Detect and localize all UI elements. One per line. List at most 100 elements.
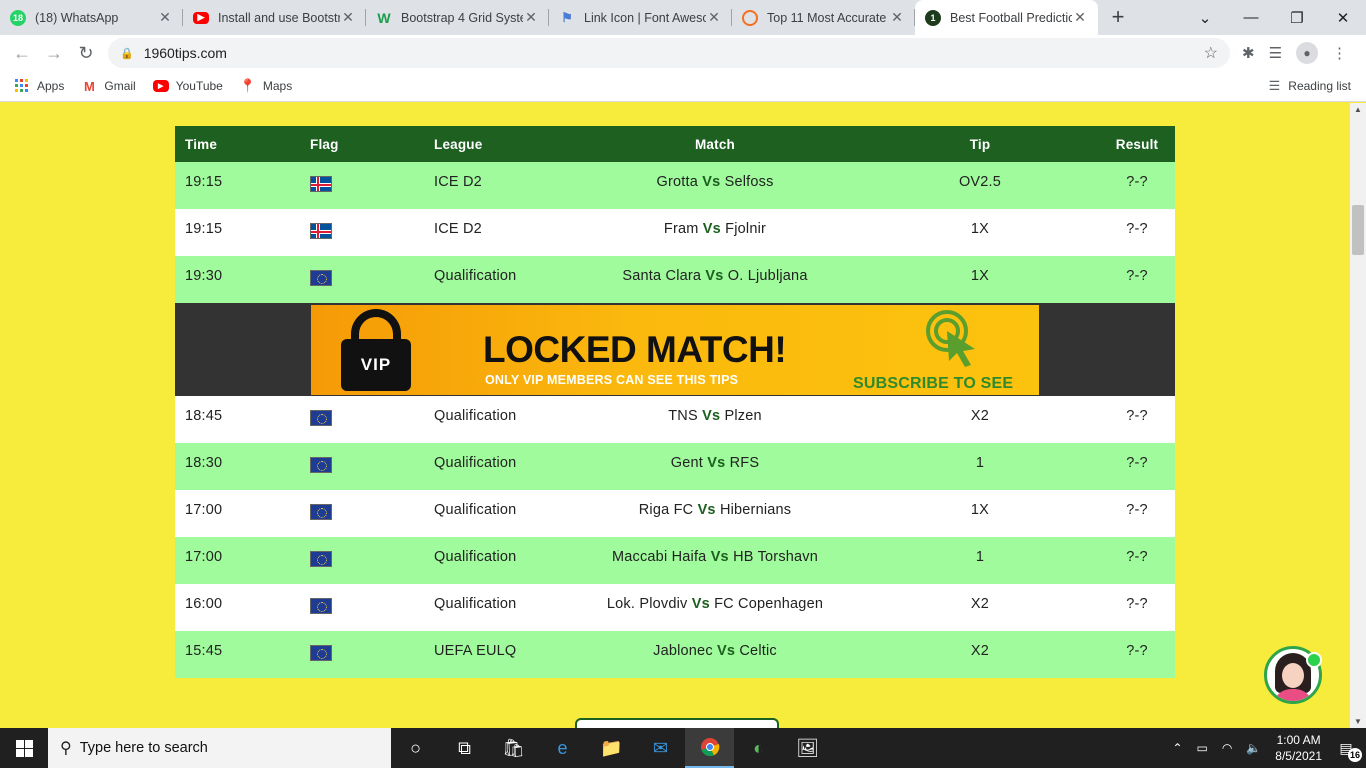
tip-value: 1 bbox=[845, 443, 1115, 490]
close-icon[interactable]: ✕ bbox=[523, 9, 539, 26]
tab-font-awesome[interactable]: ⚑ Link Icon | Font Aweso ✕ bbox=[549, 0, 732, 35]
vs-label: Vs bbox=[691, 596, 710, 612]
forward-icon[interactable]: → bbox=[38, 43, 70, 64]
restore-icon[interactable]: ❐ bbox=[1274, 9, 1320, 27]
tab-top-11[interactable]: Top 11 Most Accurate ✕ bbox=[732, 0, 915, 35]
tab-bootstrap-video[interactable]: ▶ Install and use Bootstr ✕ bbox=[183, 0, 366, 35]
match-name: Jablonec Vs Celtic bbox=[585, 631, 845, 678]
reading-list-icon: ☰ bbox=[1268, 78, 1281, 93]
header-league: League bbox=[425, 126, 585, 162]
clock-time: 1:00 AM bbox=[1276, 733, 1321, 747]
cortana-icon[interactable]: ○ bbox=[391, 728, 440, 768]
reload-icon[interactable]: ↻ bbox=[70, 43, 102, 64]
notification-center-icon[interactable]: ▤ 16 bbox=[1336, 738, 1362, 762]
system-clock[interactable]: 1:00 AM 8/5/2021 bbox=[1275, 732, 1322, 764]
table-row: 16:00 Qualification Lok. Plovdiv Vs FC C… bbox=[175, 584, 1175, 631]
close-icon[interactable]: ✕ bbox=[706, 9, 722, 26]
home-team: Santa Clara bbox=[622, 268, 702, 284]
close-icon[interactable]: ✕ bbox=[340, 9, 356, 26]
page-scrollbar[interactable]: ▲ ▼ bbox=[1350, 103, 1366, 728]
flag-icon: ⚑ bbox=[561, 9, 573, 25]
away-team: Plzen bbox=[724, 408, 762, 424]
subscribe-cta[interactable]: SUBSCRIBE TO SEE bbox=[853, 375, 1013, 393]
iceland-flag-icon bbox=[310, 176, 332, 192]
partial-button[interactable] bbox=[575, 718, 779, 728]
back-icon[interactable]: ← bbox=[6, 43, 38, 64]
match-time: 17:00 bbox=[175, 537, 300, 584]
league-name: UEFA EULQ bbox=[425, 631, 585, 678]
tab-title: Bootstrap 4 Grid Syste bbox=[401, 10, 523, 25]
europe-flag-icon bbox=[310, 598, 332, 614]
scroll-down-icon[interactable]: ▼ bbox=[1354, 717, 1362, 726]
result-value: ?-? bbox=[1115, 396, 1175, 443]
europe-flag-icon bbox=[310, 410, 332, 426]
battery-icon[interactable]: ▭ bbox=[1197, 741, 1208, 755]
close-icon[interactable]: ✕ bbox=[157, 9, 173, 26]
scroll-up-icon[interactable]: ▲ bbox=[1354, 105, 1362, 114]
media-queue-icon[interactable]: ☰ bbox=[1269, 44, 1282, 62]
tab-best-football[interactable]: 1 Best Football Predictio ✕ bbox=[915, 0, 1098, 35]
tip-value: 1X bbox=[845, 490, 1115, 537]
scrollbar-thumb[interactable] bbox=[1352, 205, 1364, 255]
home-team: Lok. Plovdiv bbox=[606, 596, 688, 612]
tip-value: 1 bbox=[845, 537, 1115, 584]
league-name: ICE D2 bbox=[425, 209, 585, 256]
locked-match-banner[interactable]: VIP LOCKED MATCH! ONLY VIP MEMBERS CAN S… bbox=[311, 304, 1039, 395]
tab-title: Top 11 Most Accurate bbox=[767, 10, 887, 25]
bookmark-gmail[interactable]: M Gmail bbox=[81, 78, 136, 94]
league-name: Qualification bbox=[425, 256, 585, 303]
match-time: 18:30 bbox=[175, 443, 300, 490]
bookmark-maps[interactable]: 📍 Maps bbox=[240, 78, 292, 94]
bookmark-star-icon[interactable]: ☆ bbox=[1204, 43, 1218, 63]
store-icon[interactable]: 🛍 bbox=[489, 728, 538, 768]
home-team: Fram bbox=[663, 221, 699, 237]
match-time: 19:30 bbox=[175, 256, 300, 303]
photos-icon[interactable]: 🖼 bbox=[783, 728, 832, 768]
wifi-icon[interactable]: ◠ bbox=[1222, 741, 1232, 755]
tab-title: Link Icon | Font Aweso bbox=[584, 10, 706, 25]
home-team: TNS bbox=[668, 408, 698, 424]
close-icon[interactable]: ✕ bbox=[1072, 9, 1088, 26]
volume-icon[interactable]: 🔈 bbox=[1246, 741, 1261, 755]
profile-avatar[interactable]: ● bbox=[1296, 42, 1319, 64]
address-bar[interactable]: 🔒 1960tips.com ☆ bbox=[108, 38, 1230, 68]
lock-icon[interactable]: 🔒 bbox=[120, 47, 134, 60]
header-tip: Tip bbox=[845, 126, 1115, 162]
task-view-icon[interactable]: ⧉ bbox=[440, 728, 489, 768]
extensions-icon[interactable]: ✱ bbox=[1242, 44, 1255, 62]
search-icon: ⚲ bbox=[60, 740, 72, 757]
tip-value: X2 bbox=[845, 631, 1115, 678]
europe-flag-icon bbox=[310, 645, 332, 661]
reading-list-button[interactable]: ☰ Reading list bbox=[1269, 78, 1351, 94]
mail-icon[interactable]: ✉ bbox=[636, 728, 685, 768]
close-icon[interactable]: ✕ bbox=[889, 9, 905, 26]
match-name: Lok. Plovdiv Vs FC Copenhagen bbox=[585, 584, 845, 631]
away-team: HB Torshavn bbox=[733, 549, 819, 565]
table-row: 18:30 Qualification Gent Vs RFS 1 ?-? bbox=[175, 443, 1175, 490]
taskbar-search[interactable]: ⚲ Type here to search bbox=[48, 728, 391, 768]
match-name: Maccabi Haifa Vs HB Torshavn bbox=[585, 537, 845, 584]
tab-search-icon[interactable]: ⌄ bbox=[1182, 9, 1228, 27]
tab-whatsapp[interactable]: 18 (18) WhatsApp ✕ bbox=[0, 0, 183, 35]
bookmark-youtube[interactable]: ▶ YouTube bbox=[152, 79, 223, 93]
minimize-icon[interactable]: — bbox=[1228, 9, 1274, 26]
bookmark-label: YouTube bbox=[175, 79, 223, 93]
table-row: 19:15 ICE D2 Fram Vs Fjolnir 1X ?-? bbox=[175, 209, 1175, 256]
tab-bootstrap-grid[interactable]: W Bootstrap 4 Grid Syste ✕ bbox=[366, 0, 549, 35]
close-window-icon[interactable]: ✕ bbox=[1320, 9, 1366, 27]
home-team: Maccabi Haifa bbox=[611, 549, 707, 565]
bookmark-apps[interactable]: Apps bbox=[14, 78, 64, 94]
app-icon[interactable]: ◐ bbox=[734, 728, 783, 768]
url-text[interactable]: 1960tips.com bbox=[144, 45, 1204, 61]
menu-icon[interactable]: ⋮ bbox=[1332, 44, 1347, 62]
clock-date: 8/5/2021 bbox=[1275, 749, 1322, 763]
start-button[interactable] bbox=[0, 728, 48, 768]
locked-subtitle: ONLY VIP MEMBERS CAN SEE THIS TIPS bbox=[485, 372, 739, 387]
show-hidden-icons-icon[interactable]: ⌃ bbox=[1172, 741, 1182, 755]
youtube-icon: ▶ bbox=[193, 11, 209, 24]
file-explorer-icon[interactable]: 📁 bbox=[587, 728, 636, 768]
vs-label: Vs bbox=[717, 643, 736, 659]
edge-icon[interactable]: e bbox=[538, 728, 587, 768]
new-tab-button[interactable]: + bbox=[1098, 0, 1138, 35]
chrome-icon[interactable] bbox=[685, 728, 734, 768]
